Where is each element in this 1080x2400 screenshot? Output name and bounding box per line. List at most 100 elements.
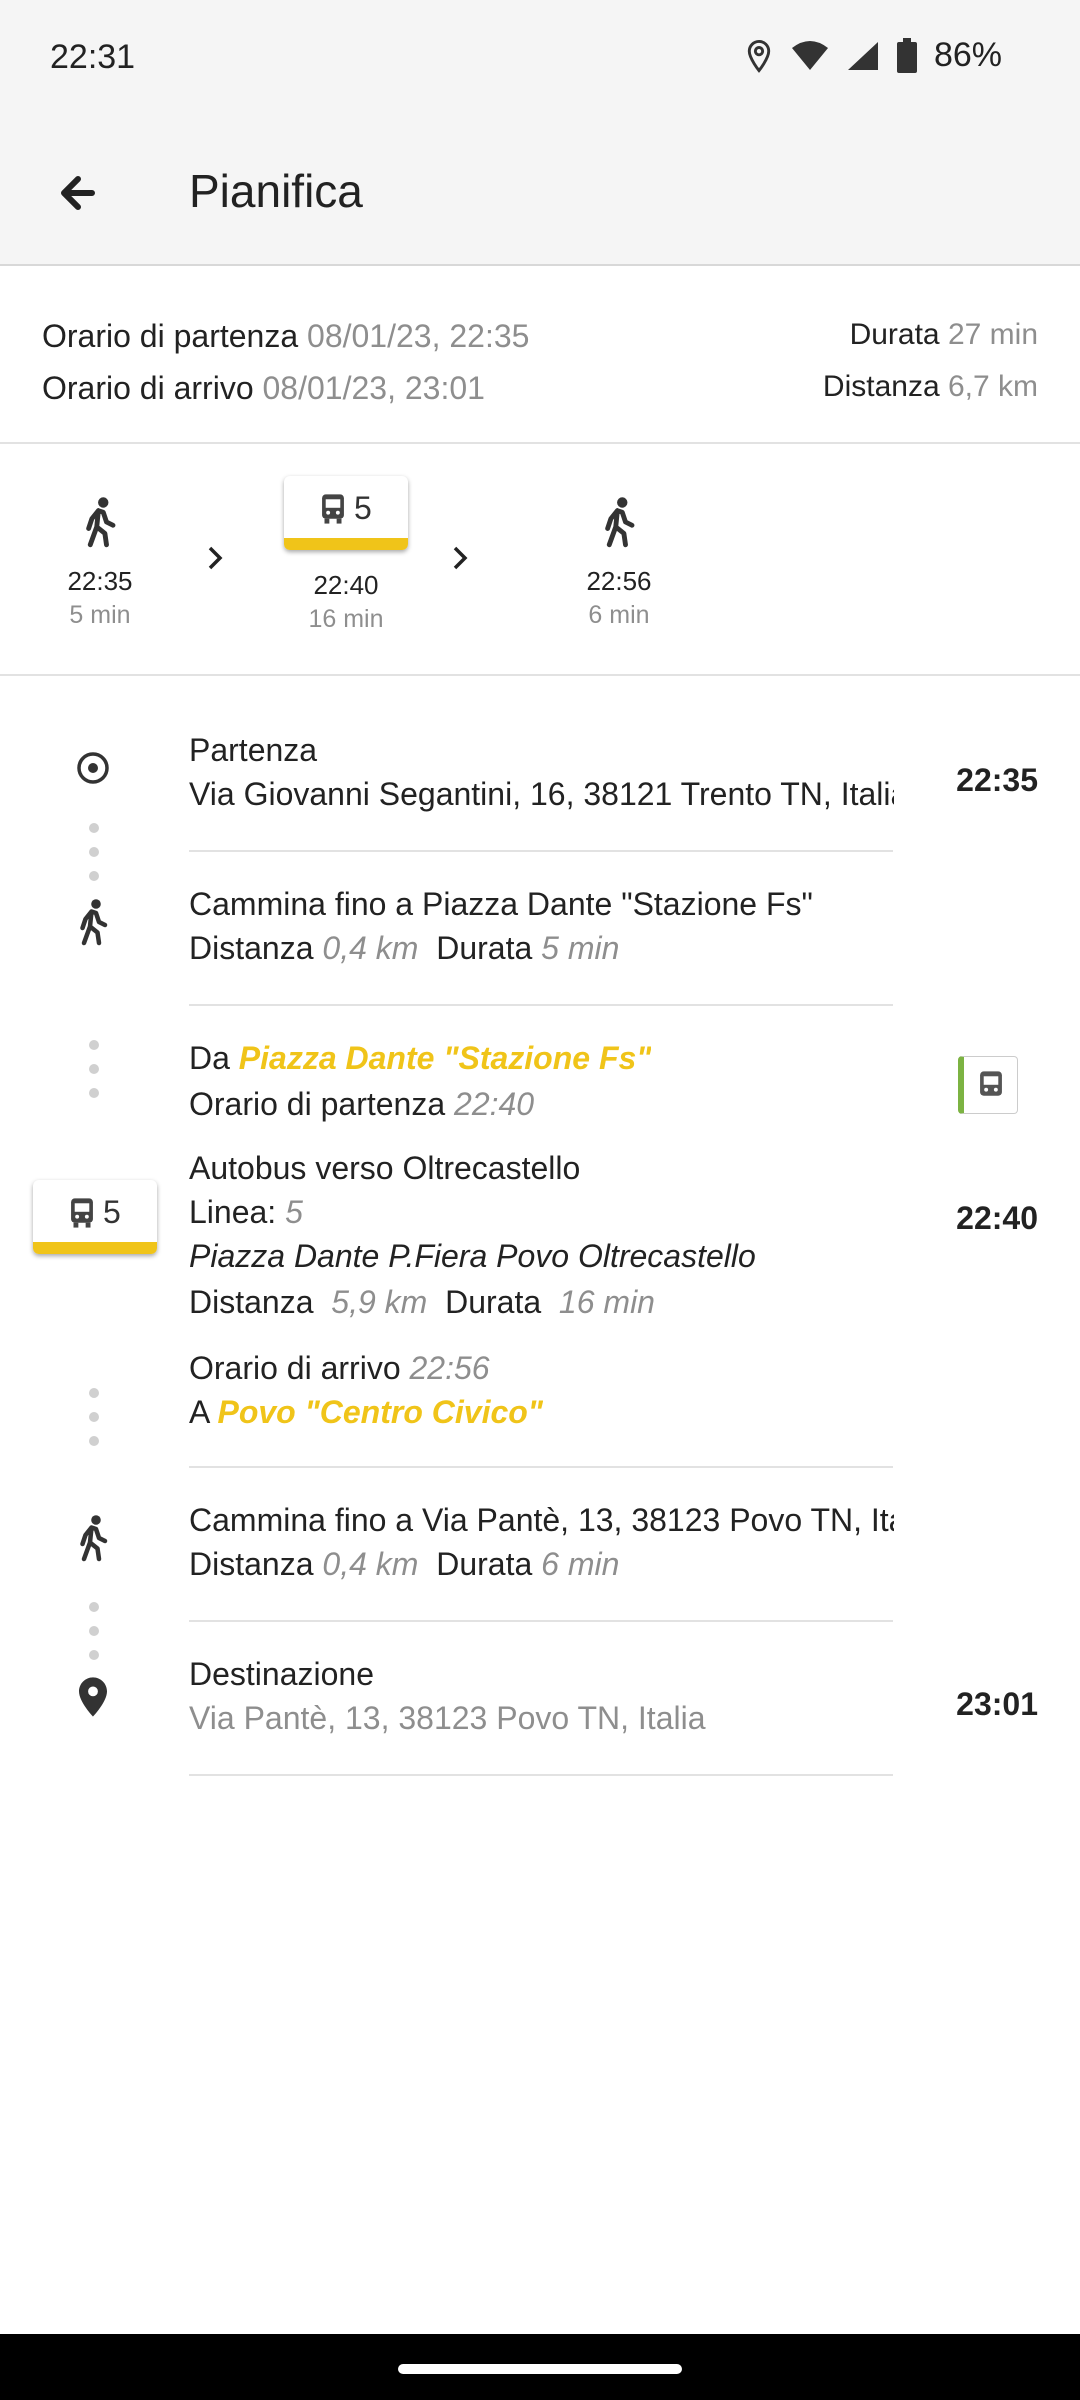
divider xyxy=(189,1466,893,1468)
arrival-value: 08/01/23, 23:01 xyxy=(262,370,485,406)
timeline-dot xyxy=(89,1388,99,1398)
strip-time: 22:56 xyxy=(586,566,652,596)
status-icons: 86% xyxy=(744,36,1002,75)
bus-arrival: Orario di arrivo 22:56 xyxy=(189,1350,490,1387)
distance-value: 0,4 km xyxy=(322,930,419,966)
strip-time: 22:40 xyxy=(313,570,379,600)
dep-label: Orario di partenza xyxy=(189,1086,446,1122)
origin-icon xyxy=(77,752,109,784)
walk-icon xyxy=(86,497,116,548)
back-arrow-icon[interactable] xyxy=(52,168,102,218)
bus-icon xyxy=(71,1198,93,1228)
strip-segment-walk-1[interactable]: 22:35 5 min xyxy=(30,496,170,630)
timeline-dot xyxy=(89,871,99,881)
system-nav-bar xyxy=(0,2334,1080,2400)
status-time: 22:31 xyxy=(50,38,136,76)
bus-time: 22:40 xyxy=(956,1200,1038,1236)
bus-line: Linea: 5 xyxy=(189,1194,303,1231)
duration-value: 5 min xyxy=(541,930,620,966)
bus-line-number: 5 xyxy=(103,1194,121,1230)
walk1-text: Cammina fino a Piazza Dante "Stazione Fs… xyxy=(189,886,813,922)
start-address: Via Giovanni Segantini, 16, 38121 Trento… xyxy=(189,776,894,812)
distance-line: Distanza 6,7 km xyxy=(823,370,1038,404)
end-time: 23:01 xyxy=(956,1686,1038,1722)
distance-label: Distanza xyxy=(189,1546,314,1582)
walk2-text: Cammina fino a Via Pantè, 13, 38123 Povo… xyxy=(189,1502,894,1538)
to-label: A xyxy=(189,1394,209,1430)
arr-time: 22:56 xyxy=(409,1350,490,1386)
distance-value: 0,4 km xyxy=(322,1546,419,1582)
trip-summary: Orario di partenza 08/01/23, 22:35 Orari… xyxy=(0,268,1080,444)
duration-value: 6 min xyxy=(541,1546,620,1582)
bus-line-number: 5 xyxy=(354,490,372,526)
bus-from: Da Piazza Dante "Stazione Fs" xyxy=(189,1040,651,1077)
start-time: 22:35 xyxy=(956,762,1038,798)
timeline-dot xyxy=(89,1412,99,1422)
bus-route: Piazza Dante P.Fiera Povo Oltrecastello xyxy=(189,1238,756,1274)
timeline-dot xyxy=(89,1602,99,1612)
bus-line-color-bar xyxy=(33,1242,157,1254)
end-address: Via Pantè, 13, 38123 Povo TN, Italia xyxy=(189,1700,706,1736)
page-title: Pianifica xyxy=(189,165,363,217)
bus-icon xyxy=(322,494,344,524)
timeline-dot xyxy=(89,1436,99,1446)
battery-level: 86% xyxy=(933,36,1002,74)
duration-value: 27 min xyxy=(947,318,1038,351)
line-value: 5 xyxy=(285,1194,303,1230)
timeline-dot xyxy=(89,1088,99,1098)
distance-value: 5,9 km xyxy=(331,1284,428,1320)
departure-label: Orario di partenza xyxy=(42,318,299,354)
strip-duration: 6 min xyxy=(588,601,650,629)
duration-label: Durata xyxy=(436,930,533,966)
timeline-dot xyxy=(89,847,99,857)
signal-icon xyxy=(847,41,878,70)
home-gesture-pill[interactable] xyxy=(398,2364,682,2374)
duration-label: Durata xyxy=(849,318,940,351)
departure-value: 08/01/23, 22:35 xyxy=(307,318,530,354)
distance-value: 6,7 km xyxy=(947,370,1038,403)
destination-pin-icon xyxy=(79,1677,107,1717)
strip-segment-walk-2[interactable]: 22:56 6 min xyxy=(549,496,689,630)
app-bar: Pianifica xyxy=(0,120,1080,266)
timeline-dot xyxy=(89,1650,99,1660)
strip-duration: 16 min xyxy=(308,605,384,633)
timeline-dot xyxy=(89,1626,99,1636)
status-bar: 22:31 86% xyxy=(0,0,1080,120)
location-icon xyxy=(747,39,771,73)
chevron-right-icon xyxy=(208,546,223,570)
bus-to: A Povo "Centro Civico" xyxy=(189,1394,543,1431)
bus-departure: Orario di partenza 22:40 xyxy=(189,1086,534,1123)
bus-direction: Autobus verso Oltrecastello xyxy=(189,1150,581,1186)
distance-label: Distanza xyxy=(822,370,940,403)
departure-line: Orario di partenza 08/01/23, 22:35 xyxy=(42,318,529,355)
walk-icon xyxy=(80,1515,108,1562)
bus-stop-button[interactable] xyxy=(958,1056,1018,1114)
end-title: Destinazione xyxy=(189,1656,374,1692)
duration-line: Durata 27 min xyxy=(850,318,1038,352)
bus-details: Distanza 5,9 km Durata 16 min xyxy=(189,1284,655,1321)
start-title: Partenza xyxy=(189,732,318,768)
distance-label: Distanza xyxy=(189,930,314,966)
itinerary-strip[interactable]: 22:35 5 min 5 22:40 16 min 22:56 6 min xyxy=(0,446,1080,676)
chevron-right-icon xyxy=(453,546,468,570)
walk1-details: Distanza 0,4 km Durata 5 min xyxy=(189,930,619,967)
bus-line-color-bar xyxy=(284,538,408,550)
timeline-dot xyxy=(89,823,99,833)
from-stop: Piazza Dante "Stazione Fs" xyxy=(238,1040,652,1076)
line-label: Linea: xyxy=(189,1194,277,1230)
walk2-details: Distanza 0,4 km Durata 6 min xyxy=(189,1546,619,1583)
strip-segment-bus[interactable]: 5 22:40 16 min xyxy=(276,476,416,634)
strip-time: 22:35 xyxy=(67,566,133,596)
wifi-icon xyxy=(791,40,828,70)
strip-duration: 5 min xyxy=(69,601,131,629)
walk-icon xyxy=(605,497,635,548)
arrival-line: Orario di arrivo 08/01/23, 23:01 xyxy=(42,370,485,407)
bus-icon xyxy=(980,1071,1002,1096)
dep-time: 22:40 xyxy=(454,1086,535,1122)
timeline-dot xyxy=(89,1040,99,1050)
divider xyxy=(189,1004,893,1006)
divider xyxy=(189,1620,893,1622)
bus-line-badge: 5 xyxy=(284,476,408,550)
arr-label: Orario di arrivo xyxy=(189,1350,401,1386)
bus-line-badge: 5 xyxy=(33,1180,157,1254)
